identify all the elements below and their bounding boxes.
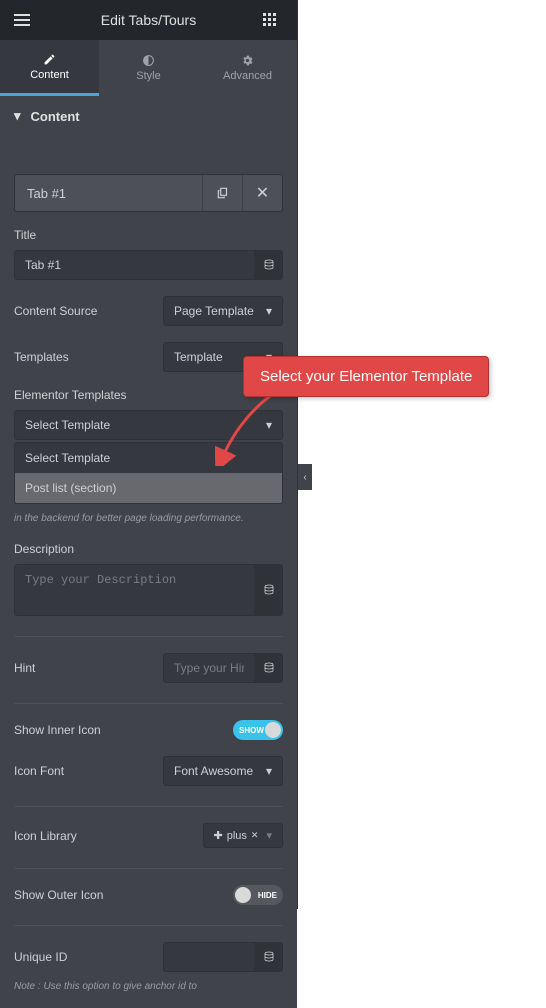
dynamic-button[interactable]	[255, 564, 283, 616]
title-input[interactable]	[14, 250, 255, 280]
contrast-icon	[142, 54, 155, 67]
grid-icon[interactable]	[263, 13, 283, 27]
divider	[14, 636, 283, 637]
icon-library-picker[interactable]: ✚ plus ✕ ▾	[203, 823, 283, 848]
divider	[14, 806, 283, 807]
gear-icon	[241, 54, 254, 67]
divider	[14, 868, 283, 869]
panel-title: Edit Tabs/Tours	[34, 12, 263, 28]
section-content-toggle[interactable]: ▾ Content	[0, 96, 297, 136]
caret-down-icon: ▾	[266, 829, 272, 842]
caret-down-icon: ▾	[14, 108, 21, 124]
database-icon	[263, 662, 275, 674]
template-option[interactable]: Post list (section)	[15, 473, 282, 503]
template-dropdown: Select Template Post list (section)	[14, 442, 283, 504]
icon-font-select[interactable]: Font Awesome ▾	[163, 756, 283, 786]
collapse-panel-button[interactable]: ‹	[298, 464, 312, 490]
description-textarea[interactable]	[14, 564, 255, 616]
divider	[14, 925, 283, 926]
copy-icon	[216, 186, 230, 200]
note-text: Note : Use this option to give anchor id…	[14, 980, 283, 994]
hint-input[interactable]	[163, 653, 255, 683]
show-outer-toggle[interactable]: HIDE	[233, 885, 283, 905]
elementor-templates-select[interactable]: Select Template ▾	[14, 410, 283, 440]
content-area: Tab #1 ✕ Title Content Source Page Templ…	[0, 174, 297, 1008]
pencil-icon	[43, 53, 56, 66]
tab-content[interactable]: Content	[0, 40, 99, 96]
editor-panel: Edit Tabs/Tours Content Style Advanced ▾…	[0, 0, 298, 909]
panel-header: Edit Tabs/Tours	[0, 0, 297, 40]
show-outer-label: Show Outer Icon	[14, 888, 103, 902]
template-option[interactable]: Select Template	[15, 443, 282, 473]
duplicate-button[interactable]	[202, 175, 242, 211]
plus-icon: ✚	[214, 829, 223, 842]
caret-down-icon: ▾	[266, 418, 272, 432]
dynamic-button[interactable]	[255, 942, 283, 972]
annotation-callout: Select your Elementor Template	[243, 356, 489, 397]
dynamic-button[interactable]	[255, 250, 283, 280]
icon-font-label: Icon Font	[14, 764, 64, 778]
menu-icon[interactable]	[14, 14, 34, 26]
content-source-select[interactable]: Page Template ▾	[163, 296, 283, 326]
chevron-left-icon: ‹	[303, 472, 306, 483]
tab-advanced[interactable]: Advanced	[198, 40, 297, 96]
description-label: Description	[14, 542, 283, 556]
title-label: Title	[14, 228, 283, 242]
note-text: in the backend for better page loading p…	[14, 512, 283, 526]
panel-tabs: Content Style Advanced	[0, 40, 297, 96]
dynamic-button[interactable]	[255, 653, 283, 683]
templates-label: Templates	[14, 350, 69, 364]
database-icon	[263, 584, 275, 596]
show-inner-toggle[interactable]: SHOW	[233, 720, 283, 740]
caret-down-icon: ▾	[266, 764, 272, 778]
show-inner-label: Show Inner Icon	[14, 723, 101, 737]
database-icon	[263, 951, 275, 963]
unique-id-input[interactable]	[163, 942, 255, 972]
unique-id-label: Unique ID	[14, 950, 67, 964]
content-source-label: Content Source	[14, 304, 97, 318]
icon-library-label: Icon Library	[14, 829, 77, 843]
close-icon: ✕	[256, 183, 269, 203]
remove-button[interactable]: ✕	[242, 175, 282, 211]
item-name: Tab #1	[15, 186, 202, 201]
close-icon: ✕	[251, 830, 259, 841]
database-icon	[263, 259, 275, 271]
divider	[14, 703, 283, 704]
hint-label: Hint	[14, 661, 35, 675]
tab-style[interactable]: Style	[99, 40, 198, 96]
repeater-item[interactable]: Tab #1 ✕	[14, 174, 283, 212]
caret-down-icon: ▾	[266, 304, 272, 318]
